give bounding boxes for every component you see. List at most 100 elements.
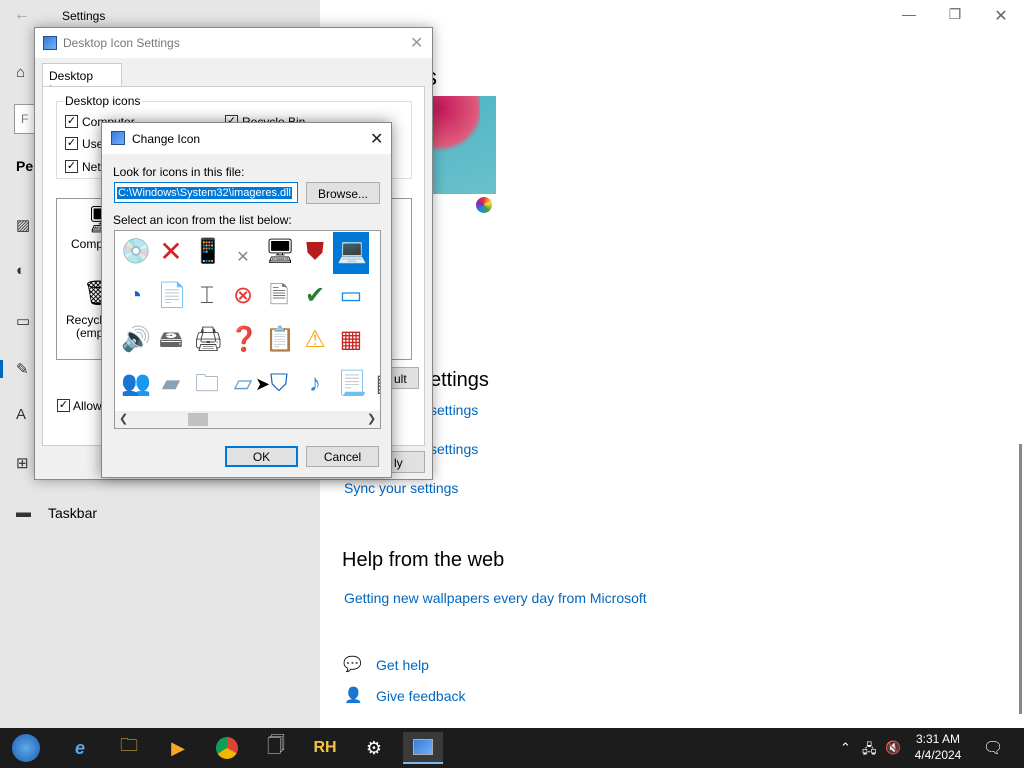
icon-cell[interactable]: ▮ [369, 232, 380, 274]
icon-cell[interactable]: 🔊 [117, 320, 153, 362]
network-icon[interactable]: 🖧 [862, 740, 877, 762]
icon-cell[interactable]: 🖥 [261, 232, 297, 274]
icon-cell[interactable]: 📱 [189, 232, 225, 274]
give-feedback-link[interactable]: Give feedback [376, 688, 466, 704]
clock-time: 3:31 AM [915, 732, 961, 746]
start-icon[interactable] [6, 732, 46, 764]
scroll-thumb[interactable] [188, 413, 208, 426]
icon-cell[interactable]: ⊗ [225, 276, 261, 318]
icon-cell[interactable]: 📋 [261, 320, 297, 362]
settings-title: Settings [62, 9, 106, 23]
color-wheel-icon [476, 197, 492, 213]
volume-muted-icon[interactable]: 🔇 [885, 740, 901, 756]
text-document-icon: 📃 [337, 370, 367, 397]
taskbar-nav-icon[interactable]: ▬ [16, 504, 34, 522]
icon-cell[interactable]: ✕ [153, 232, 189, 274]
help-heading: Help from the web [342, 549, 505, 571]
icon-cell[interactable]: 🗀 [189, 364, 225, 406]
partial-icon: ▮ [373, 238, 380, 266]
media-player-icon[interactable]: ▶ [158, 732, 198, 764]
help-circle-icon: ❓ [229, 326, 259, 353]
dialog-titlebar[interactable]: Desktop Icon Settings ✕ [35, 28, 432, 58]
checkbox-network[interactable]: ✓ [65, 160, 78, 173]
icon-cell[interactable]: ♪ [297, 364, 333, 406]
icon-cell[interactable]: ❓ [225, 320, 261, 362]
icon-cell[interactable]: ▮ [369, 320, 380, 362]
wallpapers-link[interactable]: Getting new wallpapers every day from Mi… [344, 590, 647, 606]
icon-cell[interactable]: ▭ [333, 276, 369, 318]
media-drive-icon: 🔊 [121, 326, 151, 353]
icon-cell[interactable]: 📄 [153, 276, 189, 318]
chrome-icon[interactable] [207, 732, 247, 764]
minimize-icon[interactable]: — [894, 6, 924, 22]
show-hidden-icons-icon[interactable]: ⌃ [840, 740, 851, 756]
icon-file-path-input[interactable]: C:\Windows\System32\imageres.dll [114, 182, 298, 203]
clock[interactable]: 3:31 AM 4/4/2024 [905, 731, 971, 763]
ie-icon[interactable]: e [60, 732, 100, 764]
themes-icon[interactable]: ✎ [16, 360, 34, 378]
icon-cell[interactable]: ▦ [333, 320, 369, 362]
tab-desktop-icons[interactable]: Desktop Icons [42, 63, 122, 97]
get-help-link[interactable]: Get help [376, 657, 429, 673]
settings-icon[interactable]: ⚙ [354, 732, 394, 764]
start-menu-icon[interactable]: ⊞ [16, 454, 34, 472]
sync-settings-link[interactable]: Sync your settings [344, 480, 458, 496]
icon-cell[interactable]: ▤ [369, 364, 380, 406]
scrollbar[interactable] [1019, 444, 1022, 714]
close-icon[interactable]: ✕ [370, 129, 383, 149]
look-for-icons-label: Look for icons in this file: [113, 165, 245, 179]
related-link-1[interactable]: settings [430, 402, 478, 418]
rh-icon[interactable]: RH [305, 732, 345, 764]
checkbox-allow-themes[interactable]: ✓ [57, 399, 70, 412]
icon-cell[interactable]: 🖨 [189, 320, 225, 362]
icon-cell[interactable]: ⛊ [297, 232, 333, 274]
cancel-button[interactable]: Cancel [306, 446, 379, 467]
background-icon[interactable]: ▨ [16, 216, 34, 234]
colors-icon[interactable]: ◐ [16, 262, 34, 280]
related-link-2[interactable]: settings [430, 441, 478, 457]
desktop-icon-settings-icon[interactable] [403, 732, 443, 764]
restore-icon[interactable]: ❐ [940, 6, 970, 23]
home-icon[interactable]: ⌂ [16, 64, 34, 82]
icon-cell-selected[interactable]: 💻 [333, 232, 369, 274]
fonts-icon[interactable]: A [16, 406, 34, 424]
icon-cell[interactable]: ⌶ [189, 276, 225, 318]
icon-cell[interactable]: ⚠ [297, 320, 333, 362]
explorer-icon[interactable]: 🗀 [109, 732, 149, 764]
blue-screen-icon: ▭ [339, 282, 363, 309]
icon-cell[interactable]: ◔ [117, 276, 153, 318]
icon-cell[interactable]: 🗎 [261, 276, 297, 318]
scroll-right-icon[interactable]: ❯ [367, 412, 376, 425]
ok-button[interactable]: OK [225, 446, 298, 467]
icon-list[interactable]: 💿 ✕ 📱 ✕ 🖥 ⛊ 💻 ▮ ◔ 📄 ⌶ ⊗ 🗎 ✔ ▭ ◖ 🔊 🖴 🖨 ❓ … [114, 230, 381, 429]
back-arrow-icon[interactable]: ← [14, 6, 30, 24]
file-icon[interactable]: 🗍 [256, 732, 296, 764]
icon-cell[interactable]: ✔ [297, 276, 333, 318]
icon-cell[interactable]: 🖴 [153, 320, 189, 362]
icon-cell[interactable]: 📃 [333, 364, 369, 406]
icon-cell[interactable]: ◖ [369, 276, 381, 318]
close-icon[interactable]: ✕ [986, 6, 1016, 26]
small-x-icon: ✕ [236, 249, 250, 266]
partial-icon: ◖ [373, 282, 381, 310]
document-icon: 📄 [157, 282, 187, 309]
checkbox-user[interactable]: ✓ [65, 137, 78, 150]
notification-center-icon[interactable]: 🗨 [983, 738, 1003, 758]
browse-button[interactable]: Browse... [306, 182, 380, 204]
nav-item-taskbar[interactable]: Taskbar [48, 505, 97, 521]
dialog-title: Change Icon [132, 132, 201, 146]
icon-cell[interactable]: 👥 [117, 364, 153, 406]
lock-screen-icon[interactable]: ▭ [16, 312, 34, 330]
icon-cell[interactable]: ▰ [153, 364, 189, 406]
checkbox-computer[interactable]: ✓ [65, 115, 78, 128]
related-settings-heading: ettings [430, 369, 489, 391]
icon-cell[interactable]: ✕ [225, 232, 261, 274]
change-icon-app-icon [111, 131, 125, 145]
panel-icon: ▰ [161, 370, 181, 397]
restore-default-button[interactable]: ult [391, 367, 419, 389]
dialog-titlebar[interactable]: Change Icon ✕ [102, 123, 391, 154]
horizontal-scrollbar[interactable]: ❮ ❯ [115, 411, 380, 428]
scroll-left-icon[interactable]: ❮ [119, 412, 128, 425]
icon-cell[interactable]: 💿 [117, 232, 153, 274]
close-icon[interactable]: ✕ [410, 33, 423, 53]
